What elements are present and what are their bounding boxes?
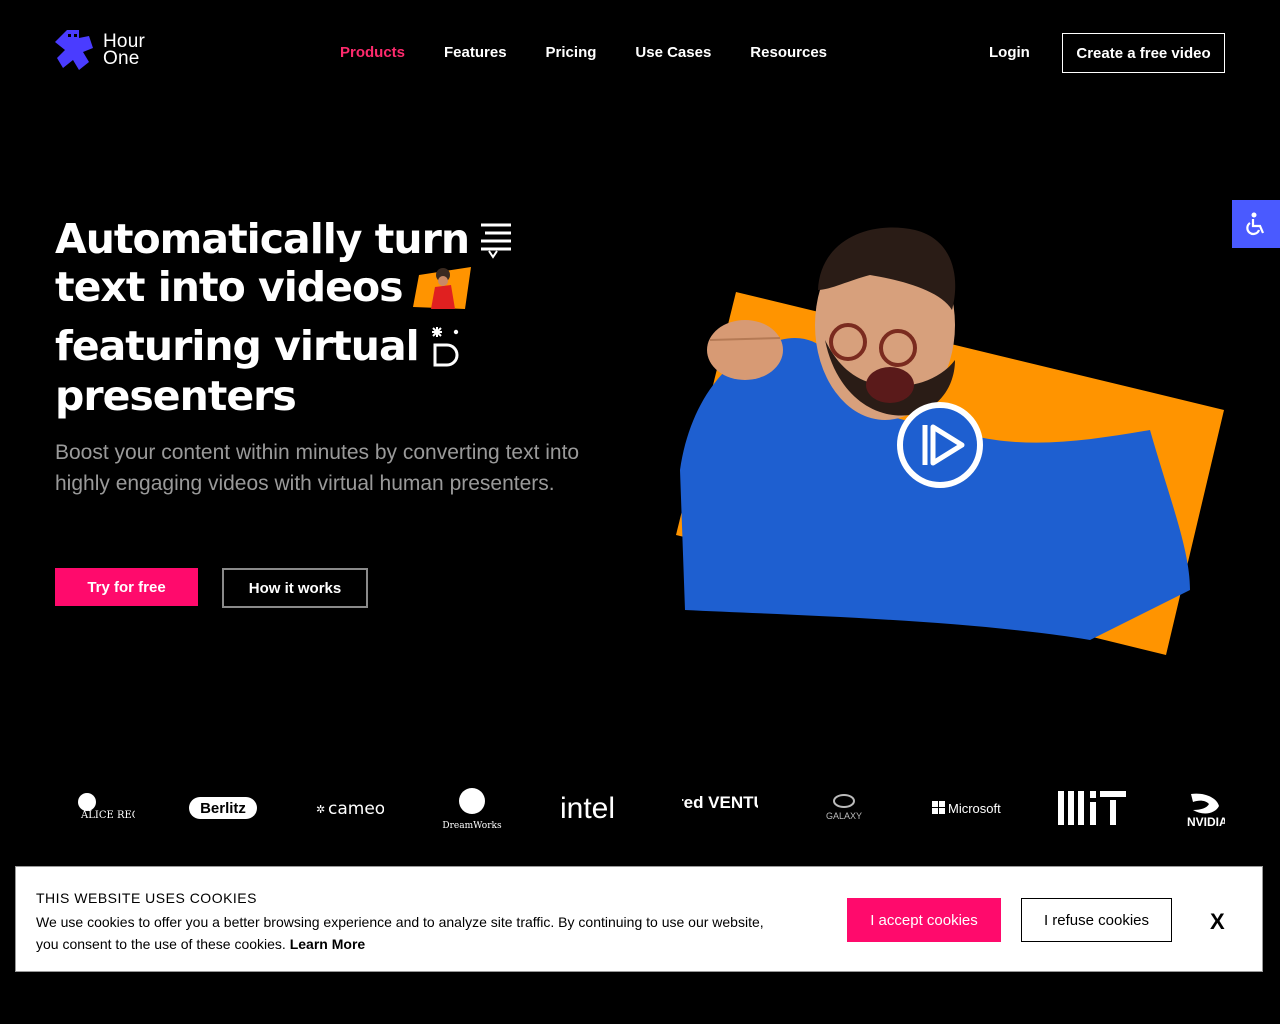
learn-more-link[interactable]: Learn More — [290, 936, 365, 952]
partner-logo-berlitz: Berlitz — [188, 780, 258, 836]
text-lines-icon — [481, 223, 512, 259]
cookie-banner: THIS WEBSITE USES COOKIES We use cookies… — [15, 866, 1263, 972]
headline-line-2: text into videos — [55, 263, 404, 311]
partner-logo-cameo: ✲ cameo — [312, 780, 384, 836]
hero-presenter-image[interactable] — [670, 220, 1230, 660]
headline-line-3: featuring virtual — [55, 322, 420, 370]
how-it-works-button[interactable]: How it works — [222, 568, 368, 608]
nav-features[interactable]: Features — [444, 44, 507, 61]
create-free-video-button[interactable]: Create a free video — [1062, 33, 1225, 73]
login-link[interactable]: Login — [989, 44, 1030, 61]
svg-text:Microsoft: Microsoft — [948, 801, 1001, 816]
svg-text:intel: intel — [560, 792, 615, 825]
presenter-fist — [707, 320, 783, 380]
hero-headline: Automatically turn text into videos feat… — [55, 213, 615, 422]
cookie-text: We use cookies to offer you a better bro… — [36, 914, 764, 952]
svg-text:Berlitz: Berlitz — [200, 800, 246, 817]
svg-text:DreamWorks: DreamWorks — [442, 821, 502, 830]
star-logo-icon — [55, 30, 93, 70]
try-for-free-button[interactable]: Try for free — [55, 568, 198, 606]
main-nav: Products Features Pricing Use Cases Reso… — [340, 44, 827, 61]
presenter-thumbnail-icon — [412, 267, 471, 309]
partner-logo-intel: intel — [558, 780, 632, 836]
partner-logo-microsoft: Microsoft — [931, 780, 1005, 836]
close-cookie-banner-button[interactable]: X — [1210, 909, 1225, 935]
svg-text:GALAXY: GALAXY — [826, 811, 862, 821]
partner-logo-kindred: Kindred VENTURES — [682, 780, 758, 836]
accept-cookies-button[interactable]: I accept cookies — [847, 898, 1001, 942]
partner-logos: ALICE RECEPTIONIST Berlitz ✲ cameo Dream… — [55, 780, 1280, 836]
svg-text:MIT: MIT — [1057, 788, 1059, 790]
refuse-cookies-button[interactable]: I refuse cookies — [1021, 898, 1172, 942]
cookie-title: THIS WEBSITE USES COOKIES — [36, 890, 257, 906]
brand-name: Hour One — [103, 31, 145, 69]
brand-logo[interactable]: Hour One — [55, 27, 165, 73]
partner-logo-mit: MIT — [1056, 780, 1128, 836]
partner-logo-dreamworks: DreamWorks — [437, 780, 507, 836]
nav-use-cases[interactable]: Use Cases — [635, 44, 711, 61]
svg-text:Kindred VENTURES: Kindred VENTURES — [682, 793, 758, 812]
smile-face-icon — [431, 327, 459, 367]
hero-subtext: Boost your content within minutes by con… — [55, 441, 580, 495]
svg-text:NVIDIA: NVIDIA — [1187, 815, 1225, 829]
svg-text:cameo: cameo — [328, 799, 384, 819]
accessibility-button[interactable] — [1232, 200, 1280, 248]
partner-logo-nvidia: NVIDIA — [1181, 780, 1225, 836]
partner-logo-alice: ALICE RECEPTIONIST — [63, 780, 135, 836]
nav-products[interactable]: Products — [340, 44, 405, 61]
headline-line-4: presenters — [55, 372, 297, 420]
nav-resources[interactable]: Resources — [750, 44, 827, 61]
nav-pricing[interactable]: Pricing — [546, 44, 597, 61]
play-icon[interactable] — [897, 402, 983, 488]
wheelchair-icon — [1246, 212, 1265, 236]
svg-text:✲: ✲ — [316, 804, 325, 816]
svg-text:ALICE RECEPTIONIST: ALICE RECEPTIONIST — [80, 810, 135, 821]
partner-logo-galaxy: GALAXY — [809, 780, 879, 836]
headline-line-1: Automatically turn — [55, 215, 470, 263]
